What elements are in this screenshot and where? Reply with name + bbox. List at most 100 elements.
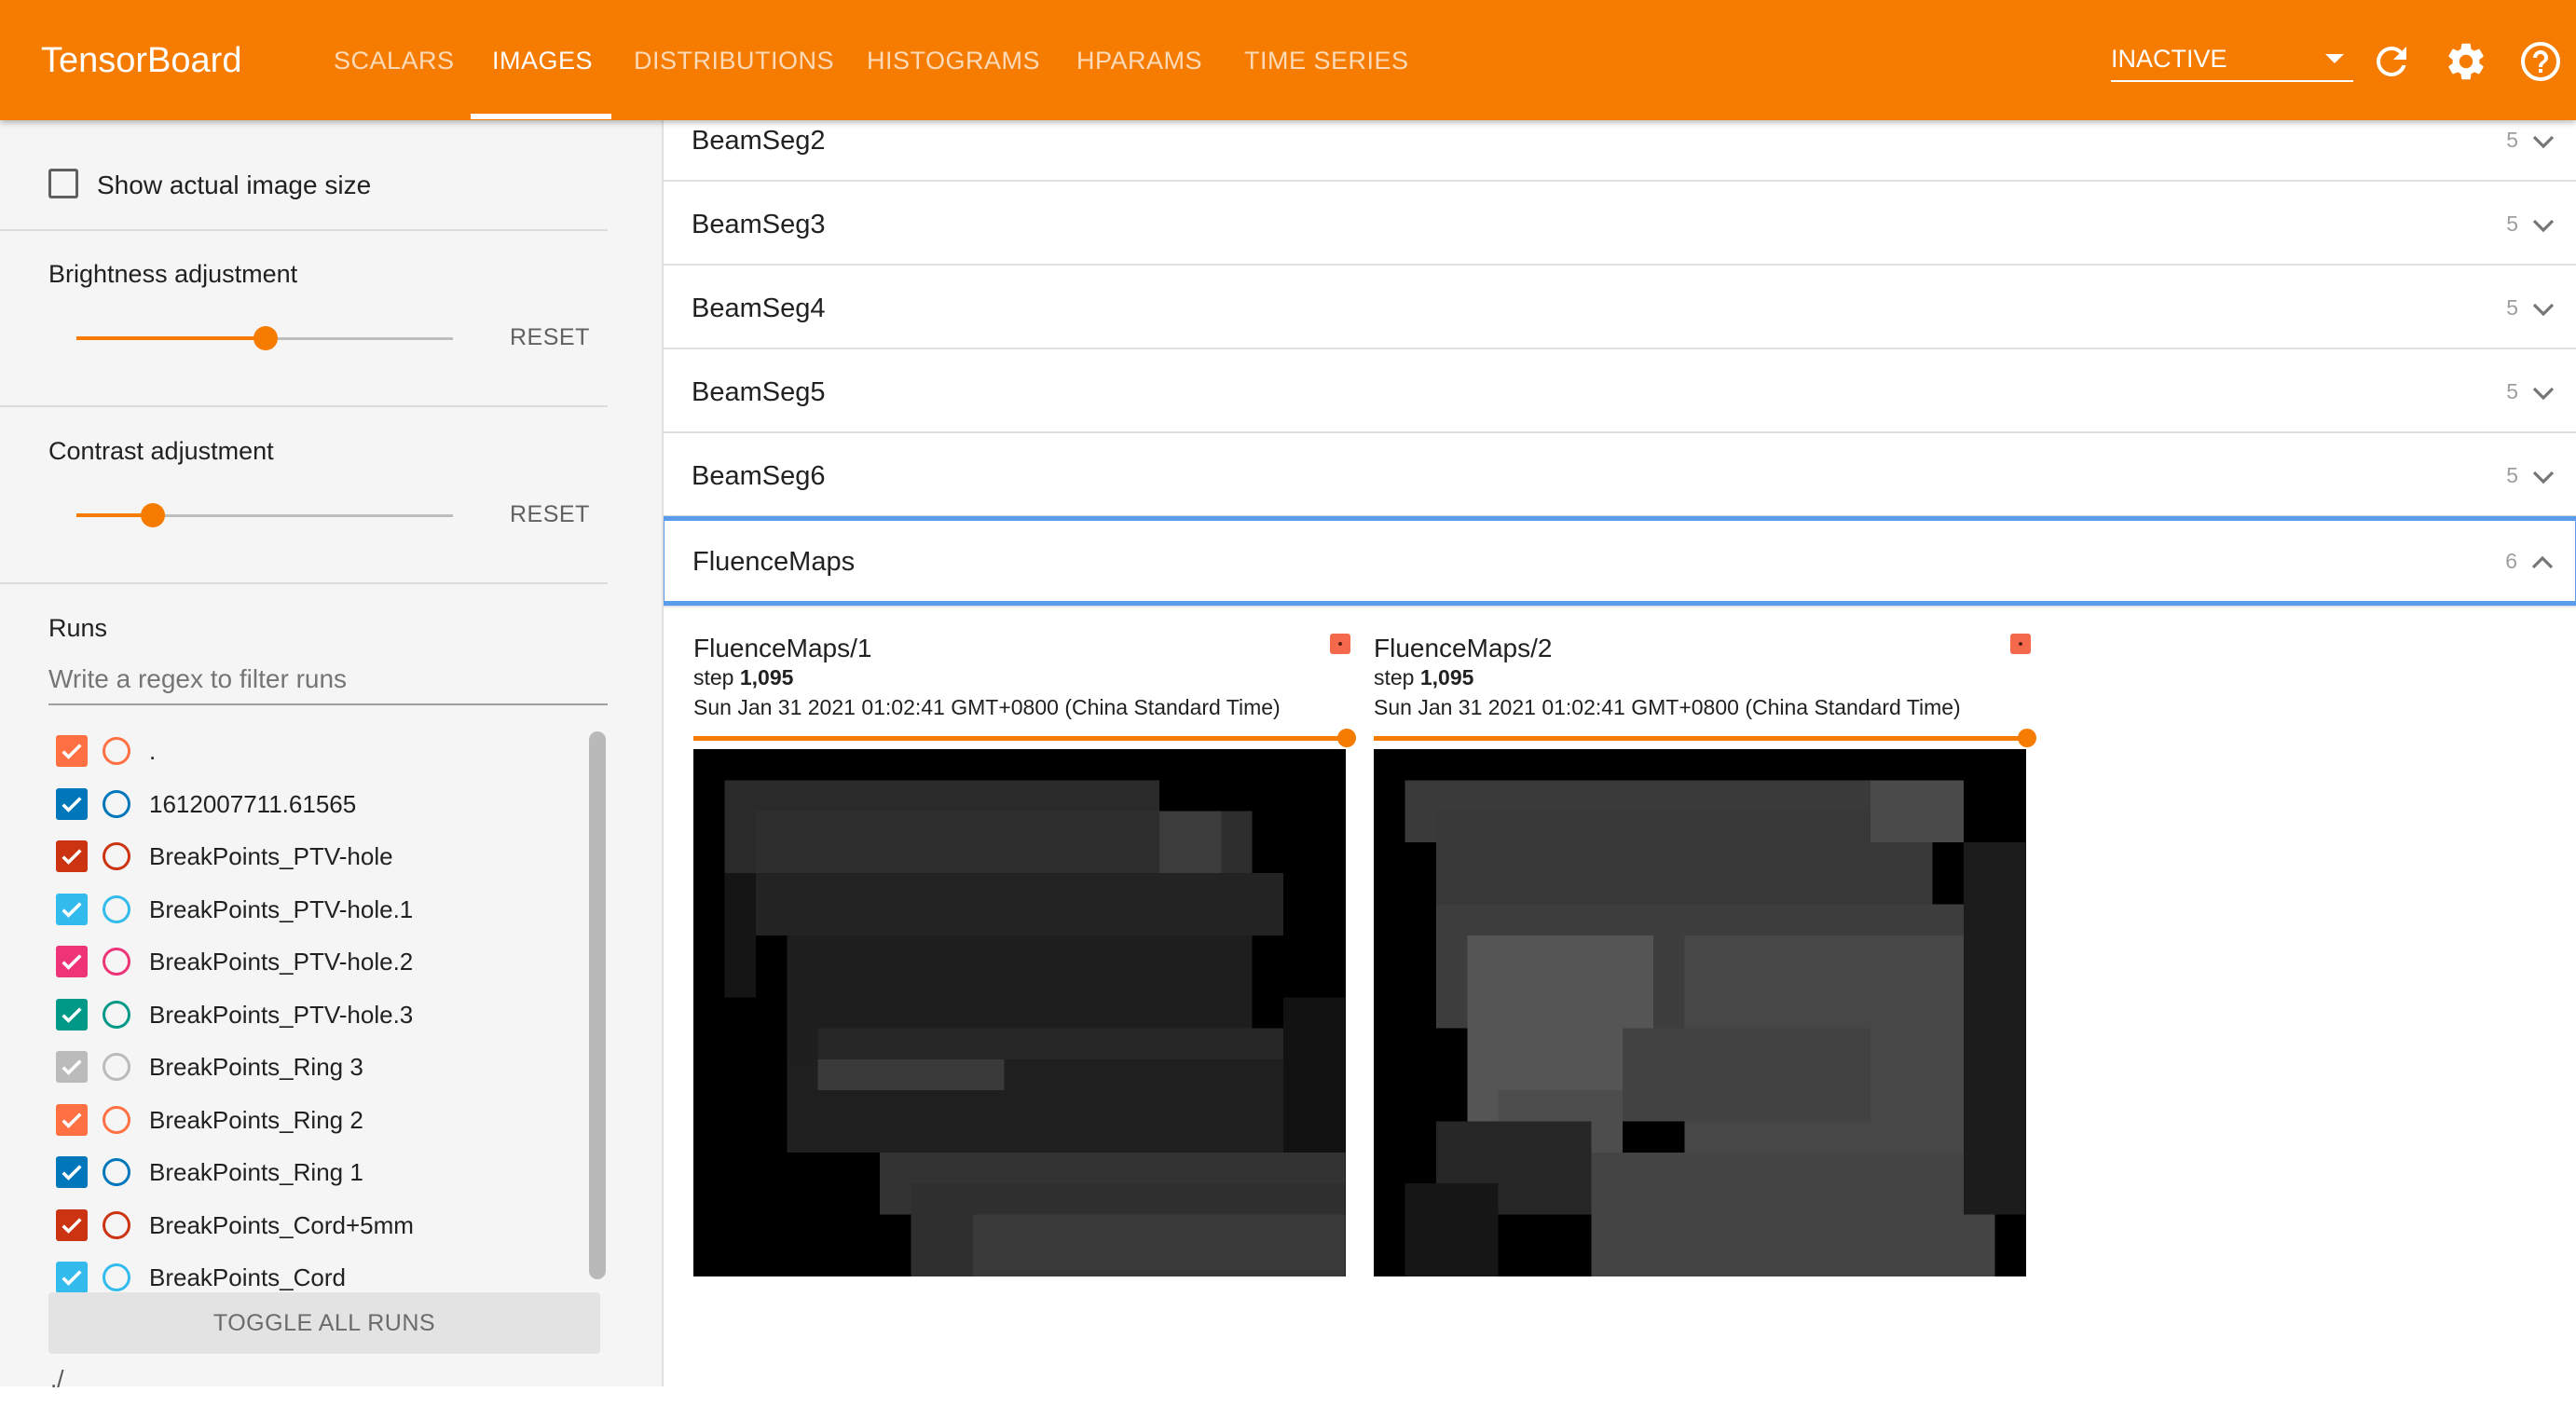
tab-images[interactable]: IMAGES [492, 47, 593, 75]
chevron-up-icon [2531, 555, 2554, 569]
run-checkbox[interactable] [56, 787, 88, 820]
category-beamseg3[interactable]: BeamSeg3 5 [664, 184, 2576, 266]
category-count: 5 [2506, 463, 2518, 487]
caret-down-icon [2325, 54, 2344, 63]
category-fluencemaps[interactable]: FluenceMaps 6 [664, 516, 2576, 606]
run-checkbox[interactable] [56, 1262, 88, 1293]
fluence-map-image [693, 749, 1346, 1276]
run-color-radio[interactable] [103, 1210, 130, 1239]
category-beamseg4[interactable]: BeamSeg4 5 [664, 267, 2576, 349]
refresh-icon[interactable] [2369, 39, 2414, 84]
runs-scrollbar[interactable] [589, 731, 606, 1279]
card-title: FluenceMaps/2 [1374, 634, 1553, 662]
run-color-radio[interactable] [103, 1263, 130, 1291]
category-count: 5 [2506, 212, 2518, 236]
run-color-radio[interactable] [103, 842, 130, 870]
inactive-plugins-dropdown[interactable]: INACTIVE [2111, 45, 2353, 82]
category-beamseg6[interactable]: BeamSeg6 5 [664, 435, 2576, 517]
active-tab-indicator [471, 114, 611, 119]
run-checkbox[interactable] [56, 998, 88, 1031]
show-actual-size-checkbox[interactable] [48, 169, 78, 198]
category-count: 5 [2506, 295, 2518, 320]
help-icon[interactable] [2518, 39, 2563, 84]
run-name: BreakPoints_Ring 3 [149, 1053, 363, 1081]
run-checkbox[interactable] [56, 1051, 88, 1083]
show-actual-size-label: Show actual image size [97, 171, 372, 199]
run-checkbox[interactable] [56, 1103, 88, 1136]
run-checkbox[interactable] [56, 735, 88, 767]
step-slider-thumb[interactable] [2018, 729, 2036, 747]
card-timestamp: Sun Jan 31 2021 01:02:41 GMT+0800 (China… [693, 695, 1281, 719]
fluence-map-image [1374, 749, 2026, 1276]
run-item[interactable]: BreakPoints_PTV-hole [48, 831, 580, 883]
category-name: BeamSeg3 [692, 210, 826, 239]
run-color-radio[interactable] [103, 1053, 130, 1081]
run-color-radio[interactable] [103, 1000, 130, 1029]
chevron-down-icon [2532, 135, 2555, 149]
run-filter-input[interactable]: Write a regex to filter runs [48, 661, 608, 705]
category-name: FluenceMaps [692, 547, 856, 577]
run-name: BreakPoints_PTV-hole [149, 842, 393, 870]
divider [0, 229, 608, 231]
tab-scalars[interactable]: SCALARS [334, 47, 455, 75]
run-checkbox[interactable] [56, 893, 88, 925]
run-color-radio[interactable] [103, 737, 130, 765]
chevron-down-icon [2532, 471, 2555, 485]
run-name: . [149, 737, 157, 765]
category-beamseg5[interactable]: BeamSeg5 5 [664, 351, 2576, 433]
run-item[interactable]: BreakPoints_Ring 1 [48, 1147, 580, 1199]
contrast-reset-button[interactable]: RESET [510, 501, 590, 528]
run-name: BreakPoints_PTV-hole.3 [149, 1000, 414, 1029]
run-item[interactable]: BreakPoints_PTV-hole.2 [48, 936, 580, 989]
tab-time-series[interactable]: TIME SERIES [1244, 47, 1409, 75]
brightness-reset-button[interactable]: RESET [510, 324, 590, 351]
contrast-label: Contrast adjustment [48, 437, 274, 465]
run-checkbox[interactable] [56, 946, 88, 977]
run-checkbox[interactable] [56, 1208, 88, 1241]
contrast-slider-thumb[interactable] [141, 503, 165, 527]
run-color-radio[interactable] [103, 948, 130, 976]
run-color-radio[interactable] [103, 1158, 130, 1186]
top-app-bar: TensorBoard SCALARS IMAGES DISTRIBUTIONS… [0, 0, 2576, 120]
category-beamseg2[interactable]: BeamSeg2 5 [664, 120, 2576, 182]
category-name: BeamSeg4 [692, 293, 826, 323]
step-slider[interactable] [693, 736, 1346, 741]
run-item[interactable]: BreakPoints_Cord+5mm [48, 1200, 580, 1252]
run-checkbox[interactable] [56, 840, 88, 872]
run-color-radio[interactable] [103, 1105, 130, 1134]
chevron-down-icon [2532, 303, 2555, 317]
run-name: 1612007711.61565 [149, 789, 357, 818]
brightness-slider-fill [76, 336, 265, 340]
tab-hparams[interactable]: HPARAMS [1076, 47, 1202, 75]
run-item[interactable]: BreakPoints_Ring 2 [48, 1095, 580, 1147]
divider [0, 405, 608, 407]
run-item[interactable]: 1612007711.61565 [48, 779, 580, 831]
step-slider[interactable] [1374, 736, 2026, 741]
run-checkbox[interactable] [56, 1156, 88, 1188]
runs-title: Runs [48, 614, 108, 642]
card-step: step 1,095 [1374, 665, 1474, 689]
run-item[interactable]: BreakPoints_PTV-hole.3 [48, 990, 580, 1042]
app-title: TensorBoard [41, 41, 242, 80]
run-item[interactable]: . [48, 726, 580, 778]
run-item[interactable]: BreakPoints_PTV-hole.1 [48, 884, 580, 936]
card-timestamp: Sun Jan 31 2021 01:02:41 GMT+0800 (China… [1374, 695, 1961, 719]
run-item[interactable]: BreakPoints_Ring 3 [48, 1042, 580, 1094]
category-count: 5 [2506, 128, 2518, 152]
brightness-slider-thumb[interactable] [253, 326, 278, 350]
run-name: BreakPoints_Cord [149, 1263, 346, 1291]
tab-histograms[interactable]: HISTOGRAMS [867, 47, 1040, 75]
run-color-radio[interactable] [103, 894, 130, 923]
run-color-radio[interactable] [103, 789, 130, 818]
main-content: BeamSeg2 5 BeamSeg3 5 BeamSeg4 5 BeamSeg… [664, 120, 2576, 1386]
category-name: BeamSeg2 [692, 126, 826, 156]
tab-distributions[interactable]: DISTRIBUTIONS [634, 47, 834, 75]
card-step: step 1,095 [693, 665, 794, 689]
category-count: 6 [2505, 549, 2517, 573]
category-name: BeamSeg6 [692, 461, 826, 491]
toggle-all-runs-button[interactable]: TOGGLE ALL RUNS [48, 1292, 600, 1354]
step-slider-thumb[interactable] [1337, 729, 1356, 747]
category-name: BeamSeg5 [692, 377, 826, 407]
chevron-down-icon [2532, 219, 2555, 233]
gear-icon[interactable] [2444, 39, 2488, 84]
